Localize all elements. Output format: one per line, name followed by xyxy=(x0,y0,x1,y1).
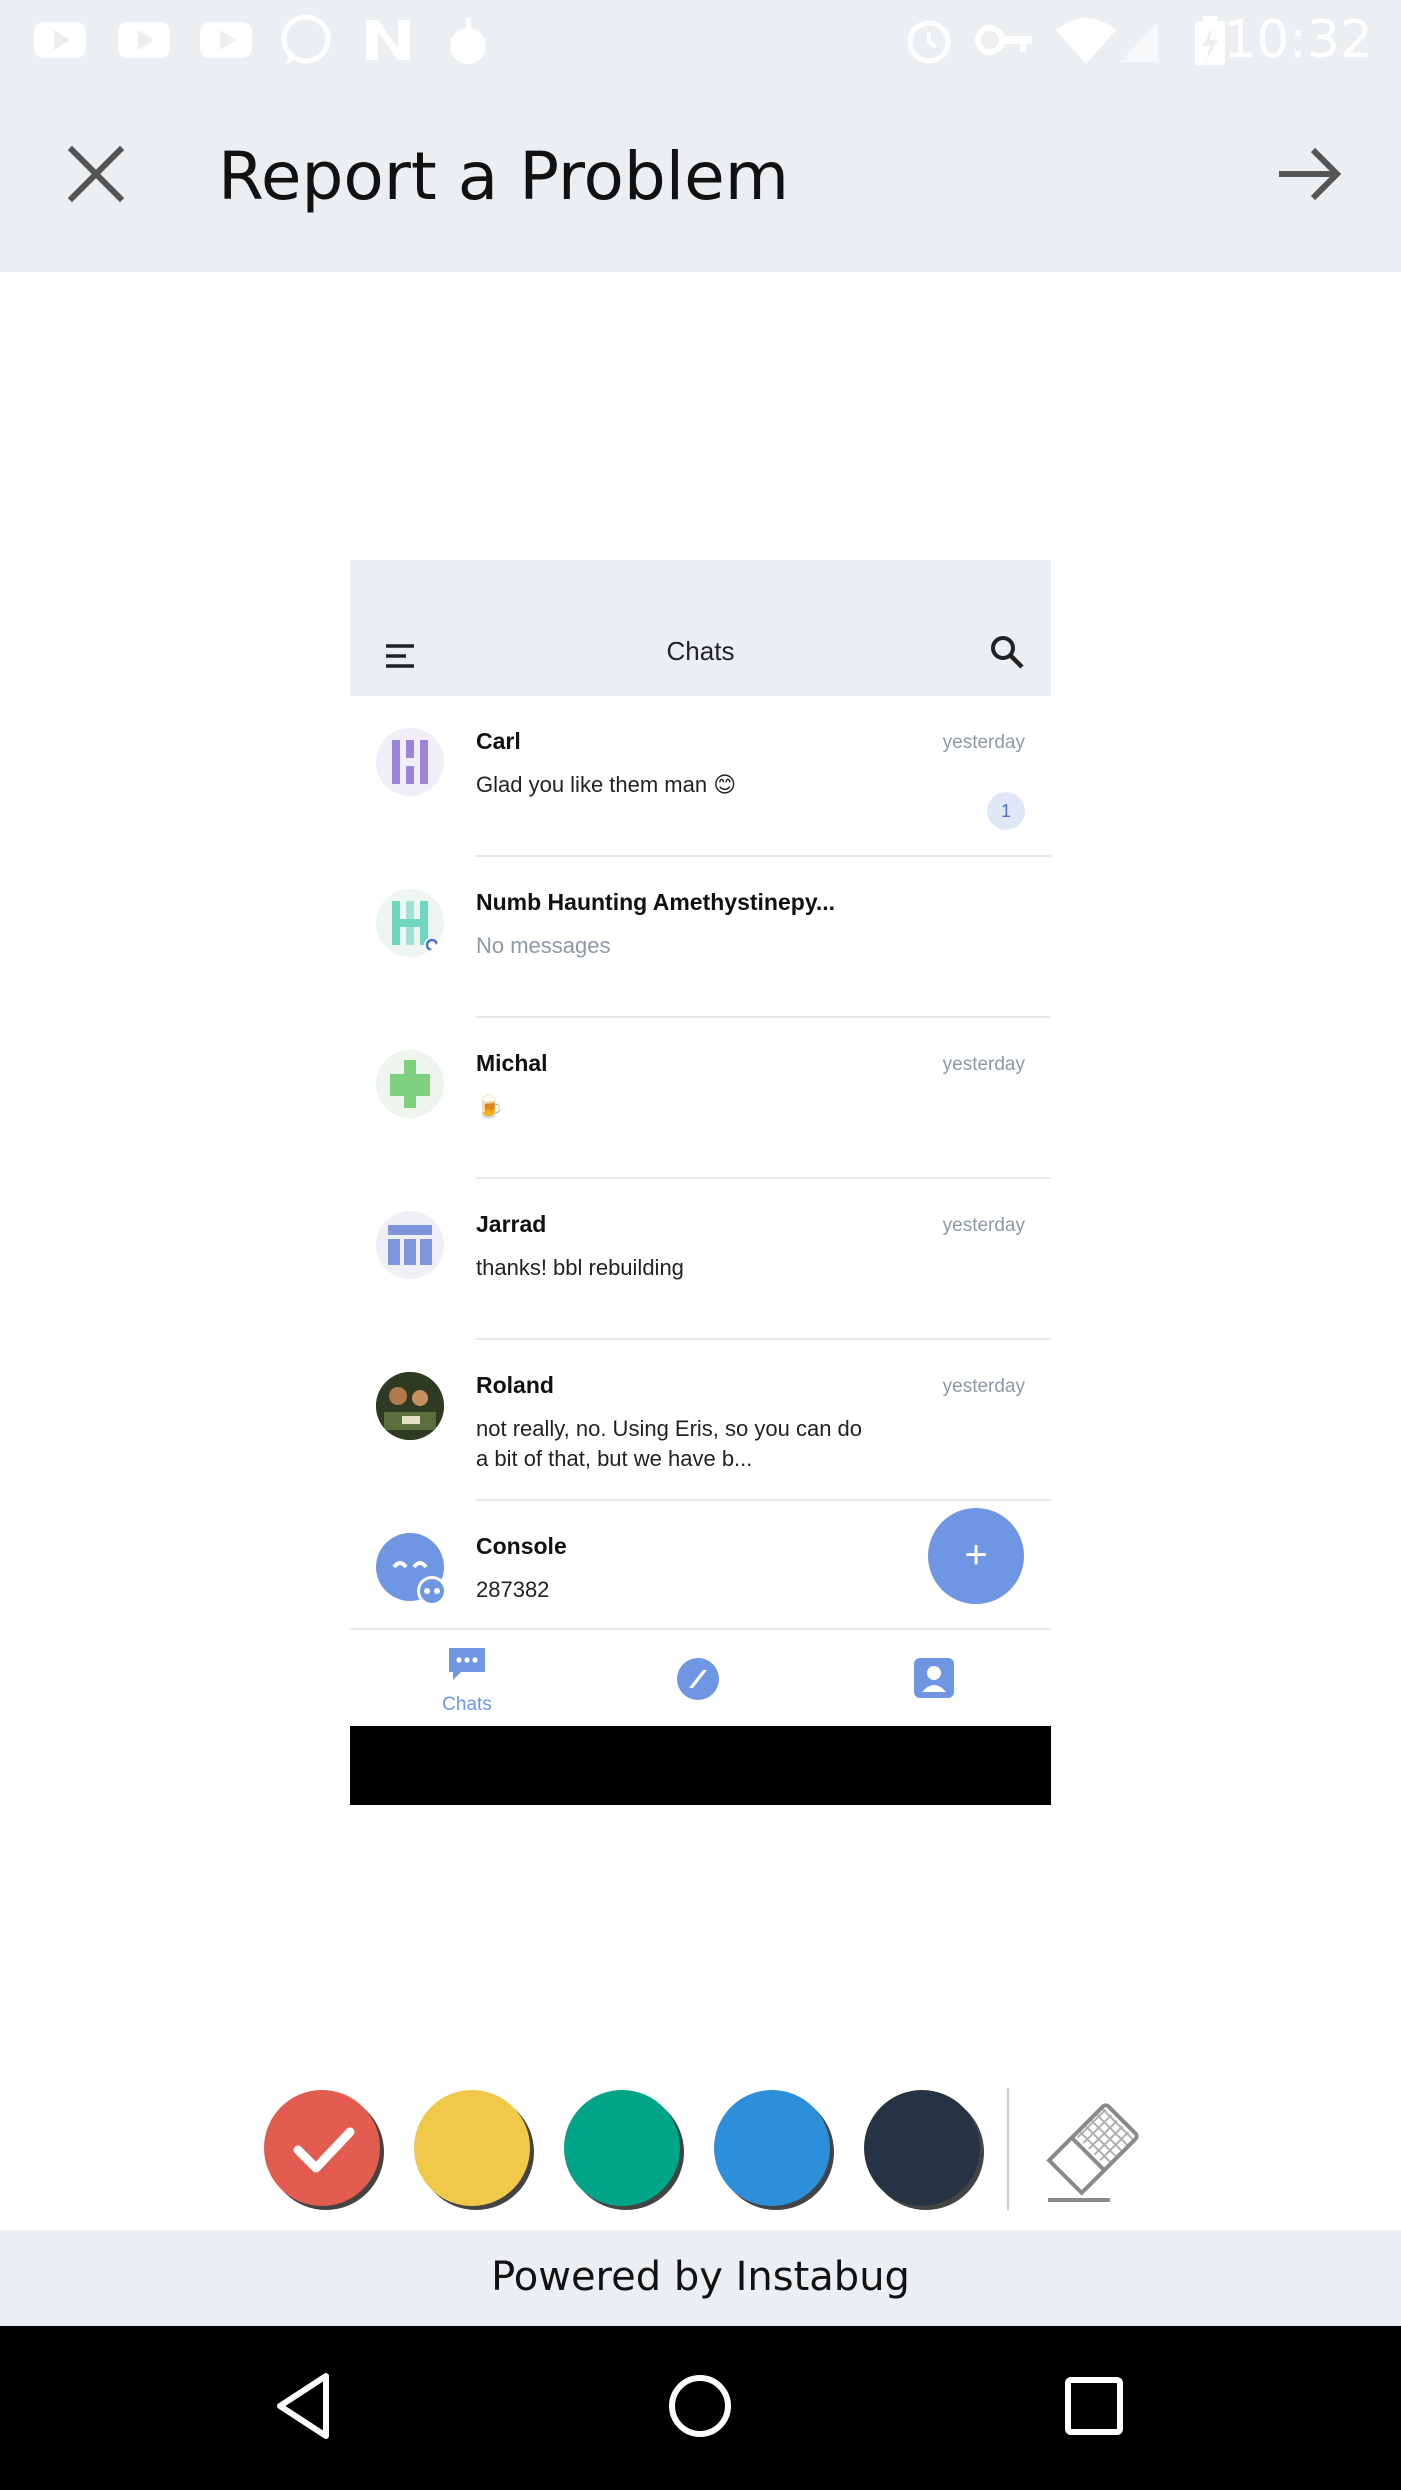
eraser-icon[interactable] xyxy=(1030,2088,1156,2210)
signal-icon xyxy=(1120,22,1158,62)
youtube-icon xyxy=(200,22,252,58)
n-icon xyxy=(366,20,410,60)
key-icon xyxy=(975,25,1032,55)
chat-time: yesterday xyxy=(942,1054,1025,1075)
youtube-icon xyxy=(34,22,86,58)
color-navy-swatch[interactable] xyxy=(864,2090,980,2206)
color-blue-swatch[interactable] xyxy=(714,2090,830,2206)
alarm-icon xyxy=(907,20,951,64)
close-icon[interactable] xyxy=(50,128,142,220)
chat-message: 🍺 xyxy=(476,1094,504,1119)
arrow-right-icon[interactable] xyxy=(1263,128,1355,220)
recents-icon[interactable] xyxy=(1054,2366,1134,2446)
system-nav-bar xyxy=(0,2326,1401,2490)
avatar xyxy=(376,889,444,957)
powered-by-text: Powered by Instabug xyxy=(491,2254,910,2300)
check-icon xyxy=(293,2127,355,2173)
search-icon xyxy=(991,636,1024,669)
avatar xyxy=(376,728,444,796)
chat-name: Console xyxy=(476,1533,567,1559)
avatar xyxy=(376,1050,444,1118)
chat-name: Roland xyxy=(476,1372,554,1398)
home-icon[interactable] xyxy=(660,2366,740,2446)
profile-icon xyxy=(914,1658,954,1698)
whatsapp-icon xyxy=(281,14,331,64)
bomb-icon xyxy=(450,18,486,64)
chat-time: yesterday xyxy=(942,1376,1025,1397)
chat-row-roland[interactable]: Roland not really, no. Using Eris, so yo… xyxy=(350,1340,1051,1501)
app-bar: Report a Problem xyxy=(0,80,1401,272)
chat-name: Michal xyxy=(476,1050,548,1076)
nav-chats: Chats xyxy=(412,1644,522,1716)
avatar xyxy=(376,1211,444,1279)
chat-row-michal[interactable]: Michal 🍺 yesterday xyxy=(350,1018,1051,1179)
chat-time: yesterday xyxy=(942,732,1025,753)
console-avatar xyxy=(376,1533,447,1606)
screenshot-preview[interactable]: Chats Carl Glad you like them man 😊 yest… xyxy=(350,560,1051,1805)
wifi-icon xyxy=(1056,18,1116,64)
chat-row-numb[interactable]: Numb Haunting Amethystinepy... No messag… xyxy=(350,857,1051,1018)
chat-name: Jarrad xyxy=(476,1211,547,1237)
chat-message: 287382 xyxy=(476,1577,550,1602)
chat-message: thanks! bbl rebuilding xyxy=(476,1255,684,1280)
youtube-icon xyxy=(118,22,170,58)
color-green-swatch[interactable] xyxy=(564,2090,680,2206)
footer: Powered by Instabug xyxy=(0,2230,1401,2326)
tool-divider xyxy=(1007,2088,1009,2210)
chat-row-jarrad[interactable]: Jarrad thanks! bbl rebuilding yesterday xyxy=(350,1179,1051,1340)
chat-time: yesterday xyxy=(942,1215,1025,1236)
compass-icon xyxy=(677,1658,719,1700)
status-time: 10:32 xyxy=(1223,10,1373,70)
chat-bubble-icon xyxy=(449,1648,485,1680)
color-red-swatch[interactable] xyxy=(264,2090,380,2206)
chat-message: not really, no. Using Eris, so you can d… xyxy=(476,1416,863,1471)
back-icon[interactable] xyxy=(268,2366,348,2446)
chat-row-carl[interactable]: Carl Glad you like them man 😊 yesterday … xyxy=(350,696,1051,857)
new-chat-fab: + xyxy=(928,1508,1024,1604)
status-bar: 10:32 xyxy=(0,0,1401,80)
chat-name: Numb Haunting Amethystinepy... xyxy=(476,889,836,915)
chat-message: Glad you like them man 😊 xyxy=(476,772,737,797)
nav-chats-label: Chats xyxy=(442,1694,492,1715)
unread-badge: 1 xyxy=(987,792,1025,830)
chat-name: Carl xyxy=(476,728,521,754)
chat-message: No messages xyxy=(476,933,611,958)
avatar-photo xyxy=(376,1372,444,1440)
preview-bottom-nav: Chats xyxy=(350,1628,1051,1726)
preview-black-bar xyxy=(350,1726,1051,1805)
color-yellow-swatch[interactable] xyxy=(414,2090,530,2206)
page-title: Report a Problem xyxy=(218,138,790,215)
preview-header: Chats xyxy=(350,560,1051,696)
preview-title: Chats xyxy=(666,636,735,666)
